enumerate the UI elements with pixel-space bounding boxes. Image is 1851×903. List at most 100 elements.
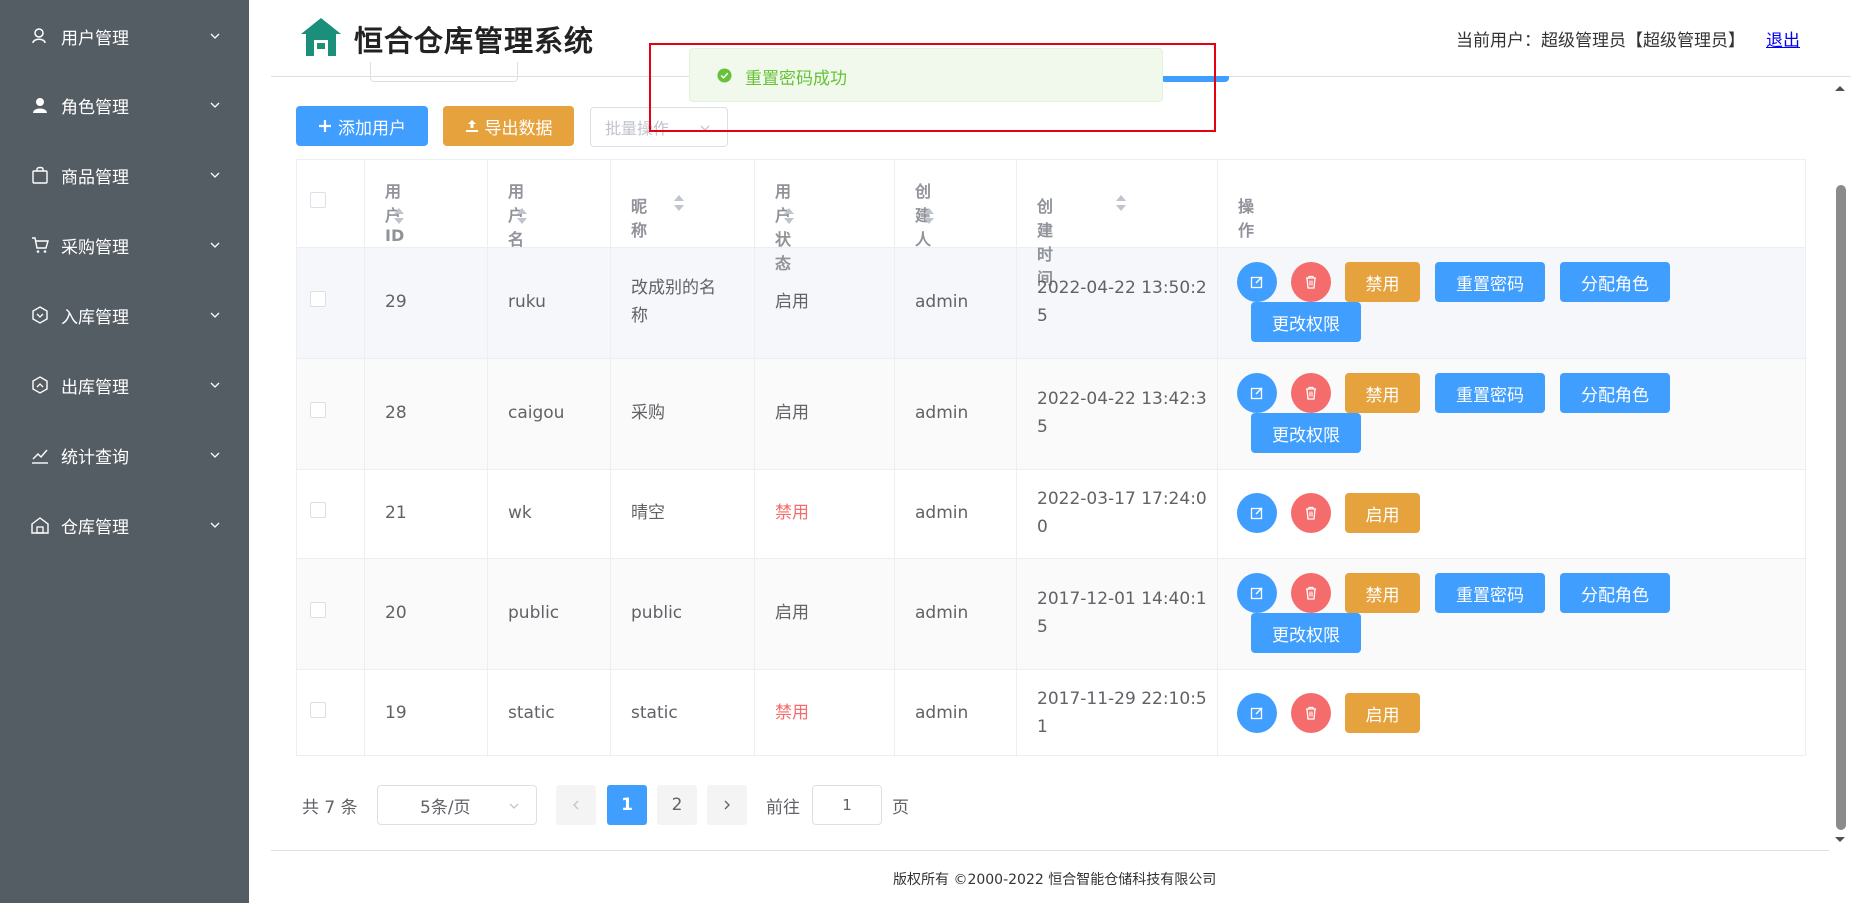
cell-user-id: 19 xyxy=(385,703,407,723)
cell-nickname: static xyxy=(631,703,678,723)
current-user-label: 当前用户：超级管理员【超级管理员】 xyxy=(1456,31,1745,51)
enable-button[interactable]: 启用 xyxy=(1345,693,1420,733)
stats-icon xyxy=(30,445,50,465)
edit-icon xyxy=(1250,387,1263,400)
row-checkbox[interactable] xyxy=(310,602,326,618)
cell-creator: admin xyxy=(915,703,969,723)
change-permission-button[interactable]: 更改权限 xyxy=(1251,413,1361,453)
row-checkbox[interactable] xyxy=(310,702,326,718)
row-checkbox[interactable] xyxy=(310,291,326,307)
cell-creator: admin xyxy=(915,503,969,523)
chevron-down-icon xyxy=(210,33,220,39)
cell-nickname-wrap: 称 xyxy=(631,306,648,326)
reset-password-button[interactable]: 重置密码 xyxy=(1435,573,1545,613)
sidebar-item-label: 用户管理 xyxy=(61,28,129,49)
header-nickname-label: 昵称 xyxy=(631,197,648,240)
sidebar-item-outbound-management[interactable]: 出库管理 xyxy=(0,357,249,413)
sidebar-item-label: 角色管理 xyxy=(61,97,129,118)
disable-button[interactable]: 禁用 xyxy=(1345,373,1420,413)
disable-button[interactable]: 禁用 xyxy=(1345,573,1420,613)
change-permission-button[interactable]: 更改权限 xyxy=(1251,613,1361,653)
search-button-partial[interactable] xyxy=(1161,76,1229,82)
column-divider xyxy=(487,160,488,757)
enable-button[interactable]: 启用 xyxy=(1345,493,1420,533)
next-page-button[interactable] xyxy=(707,785,747,825)
delete-button[interactable] xyxy=(1291,262,1331,302)
sidebar-item-purchase-management[interactable]: 采购管理 xyxy=(0,217,249,273)
scroll-up-arrow-icon[interactable] xyxy=(1834,84,1846,92)
sort-icon[interactable] xyxy=(1116,194,1126,212)
sidebar-item-label: 商品管理 xyxy=(61,167,129,188)
cell-creator: admin xyxy=(915,292,969,312)
assign-role-button[interactable]: 分配角色 xyxy=(1560,262,1670,302)
sort-icon[interactable] xyxy=(674,194,684,212)
assign-role-button[interactable]: 分配角色 xyxy=(1560,373,1670,413)
sort-icon[interactable] xyxy=(517,207,527,225)
add-user-button[interactable]: 添加用户 xyxy=(296,106,428,146)
delete-button[interactable] xyxy=(1291,693,1331,733)
change-permission-button[interactable]: 更改权限 xyxy=(1251,302,1361,342)
chevron-down-icon xyxy=(210,172,220,178)
sidebar-item-warehouse-management[interactable]: 仓库管理 xyxy=(0,497,249,553)
page-size-value: 5条/页 xyxy=(420,797,471,818)
reset-password-button[interactable]: 重置密码 xyxy=(1435,262,1545,302)
cell-created-time: 2022-04-22 13:50:2 xyxy=(1037,278,1207,298)
delete-button[interactable] xyxy=(1291,373,1331,413)
column-divider xyxy=(754,160,755,757)
add-user-label: 添加用户 xyxy=(338,118,406,139)
sidebar-item-user-management[interactable]: 用户管理 xyxy=(0,8,249,64)
sidebar-item-label: 统计查询 xyxy=(61,447,129,468)
sort-icon[interactable] xyxy=(924,207,934,225)
reset-password-button[interactable]: 重置密码 xyxy=(1435,373,1545,413)
sidebar-item-goods-management[interactable]: 商品管理 xyxy=(0,147,249,203)
row-checkbox[interactable] xyxy=(310,502,326,518)
delete-button[interactable] xyxy=(1291,573,1331,613)
edit-button[interactable] xyxy=(1237,573,1277,613)
cell-created-time: 2017-11-29 22:10:5 xyxy=(1037,689,1207,709)
export-data-button[interactable]: 导出数据 xyxy=(443,106,574,146)
sort-icon[interactable] xyxy=(784,207,794,225)
sidebar-item-statistics-query[interactable]: 统计查询 xyxy=(0,427,249,483)
chevron-down-icon xyxy=(210,382,220,388)
logout-link[interactable]: 退出 xyxy=(1766,26,1800,51)
search-input-partial[interactable] xyxy=(370,62,518,82)
cell-created-time: 2022-03-17 17:24:0 xyxy=(1037,489,1207,509)
select-all-checkbox[interactable] xyxy=(310,192,326,208)
cell-creator: admin xyxy=(915,403,969,423)
page-2-button[interactable]: 2 xyxy=(657,785,697,825)
edit-button[interactable] xyxy=(1237,493,1277,533)
sidebar-item-inbound-management[interactable]: 入库管理 xyxy=(0,287,249,343)
trash-icon xyxy=(1306,706,1316,720)
header-actions-label: 操作 xyxy=(1238,197,1255,240)
prev-page-button[interactable] xyxy=(556,785,596,825)
sort-icon[interactable] xyxy=(394,207,404,225)
batch-operation-placeholder: 批量操作 xyxy=(605,119,670,138)
batch-operation-select[interactable]: 批量操作 xyxy=(590,107,728,147)
cell-nickname: 晴空 xyxy=(631,503,665,523)
upload-icon xyxy=(465,119,479,133)
edit-button[interactable] xyxy=(1237,373,1277,413)
scroll-down-arrow-icon[interactable] xyxy=(1834,836,1846,844)
page-1-button[interactable]: 1 xyxy=(607,785,647,825)
user-table: 用户ID 用户名 昵称 用户状态 创建人 创建时间 操作 29 ruku 改成别… xyxy=(296,159,1806,757)
sidebar-item-role-management[interactable]: 角色管理 xyxy=(0,77,249,133)
sidebar-item-label: 出库管理 xyxy=(61,377,129,398)
plus-icon xyxy=(318,119,332,133)
edit-button[interactable] xyxy=(1237,262,1277,302)
edit-button[interactable] xyxy=(1237,693,1277,733)
scrollbar-thumb[interactable] xyxy=(1836,185,1846,830)
chevron-down-icon xyxy=(210,452,220,458)
assign-role-button[interactable]: 分配角色 xyxy=(1560,573,1670,613)
chevron-down-icon xyxy=(210,522,220,528)
row-checkbox[interactable] xyxy=(310,402,326,418)
sidebar-item-label: 入库管理 xyxy=(61,307,129,328)
header-user-status-label: 用户状态 xyxy=(775,182,792,273)
disable-button[interactable]: 禁用 xyxy=(1345,262,1420,302)
page-size-select[interactable]: 5条/页 xyxy=(377,785,537,825)
delete-button[interactable] xyxy=(1291,493,1331,533)
trash-icon xyxy=(1306,275,1316,289)
row-divider xyxy=(297,358,1805,359)
cell-username: wk xyxy=(508,503,532,523)
cell-user-id: 20 xyxy=(385,603,407,623)
goto-page-input[interactable] xyxy=(812,785,882,825)
